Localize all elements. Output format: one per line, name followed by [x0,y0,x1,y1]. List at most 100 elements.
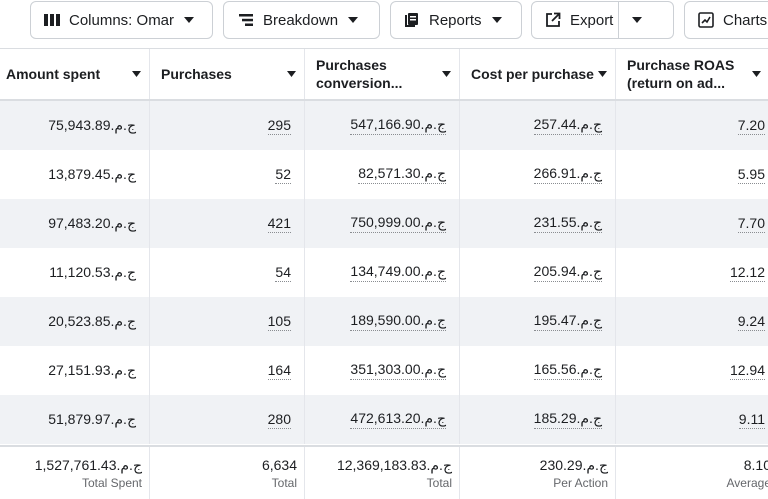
cell-value: 189,590.00.ج.م [350,312,446,331]
export-button[interactable]: Export [531,1,674,39]
caret-down-icon [184,17,195,23]
total-value: 230.29.ج.م [539,457,608,473]
cell-cost-per-purchase[interactable]: 165.56.ج.م [460,346,616,395]
cell-value: 75,943.89.ج.م [48,117,136,133]
cell-purchases-conversion[interactable]: 750,999.00.ج.م [305,199,460,248]
cell-purchases-conversion[interactable]: 351,303.00.ج.م [305,346,460,395]
results-table: Amount spent Purchases Purchases convers… [0,48,768,499]
cell-value: 54 [275,263,291,282]
cell-value: 421 [267,214,291,233]
cell-value: 134,749.00.ج.م [350,263,446,282]
cell-amount-spent: 97,483.20.ج.م [0,199,150,248]
caret-down-icon[interactable] [129,71,143,77]
column-header-cost-per-purchase[interactable]: Cost per purchase [460,49,616,99]
export-divider [618,2,619,38]
cell-purchases-conversion[interactable]: 82,571.30.ج.م [305,150,460,199]
cell-purchases[interactable]: 105 [150,297,305,346]
cell-cost-per-purchase[interactable]: 205.94.ج.م [460,248,616,297]
cell-cost-per-purchase[interactable]: 257.44.ج.م [460,101,616,150]
column-header-purchases-conversion[interactable]: Purchases conversion... [305,49,460,99]
cell-purchases[interactable]: 52 [150,150,305,199]
charts-icon [697,11,715,29]
cell-cost-per-purchase[interactable]: 185.29.ج.م [460,395,616,444]
table-row: 51,879.97.ج.م 280 472,613.20.ج.م 185.29.ج.م… [0,395,768,444]
total-caption: Total Spent [81,476,142,490]
column-header-label: Purchases [161,66,232,82]
total-caption: Total [426,476,452,490]
cell-value: 7.70 [737,214,765,233]
total-cell-purchase-roas: 8.10 Average [616,447,768,499]
breakdown-icon [237,11,255,29]
cell-value: 5.95 [737,165,765,184]
total-cell-purchases: 6,634 Total [150,447,305,499]
table-row: 13,879.45.ج.م 52 82,571.30.ج.م 266.91.ج.م 5.… [0,150,768,199]
cell-cost-per-purchase[interactable]: 195.47.ج.م [460,297,616,346]
cell-amount-spent: 20,523.85.ج.م [0,297,150,346]
cell-value: 27,151.93.ج.م [48,362,136,378]
table-row: 11,120.53.ج.م 54 134,749.00.ج.م 205.94.ج.م 1… [0,248,768,297]
total-caption: Total [271,476,297,490]
cell-value: 257.44.ج.م [533,116,602,135]
caret-down-icon[interactable] [439,71,453,77]
cell-value: 12.12 [729,263,765,282]
charts-button[interactable]: Charts [684,1,768,39]
cell-purchases-conversion[interactable]: 472,613.20.ج.م [305,395,460,444]
cell-value: 750,999.00.ج.م [350,214,446,233]
cell-purchases[interactable]: 280 [150,395,305,444]
cell-purchases[interactable]: 295 [150,101,305,150]
cell-value: 266.91.ج.م [533,165,602,184]
total-caption: Per Action [553,476,608,490]
cell-purchases[interactable]: 54 [150,248,305,297]
caret-down-icon [491,17,502,23]
cell-purchases-conversion[interactable]: 134,749.00.ج.م [305,248,460,297]
cell-purchase-roas[interactable]: 7.20 [616,101,768,150]
cell-value: 280 [267,410,291,429]
cell-amount-spent: 27,151.93.ج.م [0,346,150,395]
cell-value: 295 [267,116,291,135]
column-header-label: Purchases conversion... [316,57,403,91]
cell-purchases-conversion[interactable]: 547,166.90.ج.م [305,101,460,150]
reports-icon [403,11,421,29]
column-header-amount-spent[interactable]: Amount spent [0,49,150,99]
cell-purchase-roas[interactable]: 12.94 [616,346,768,395]
cell-amount-spent: 51,879.97.ج.م [0,395,150,444]
cell-value: 105 [267,312,291,331]
totals-row: 1,527,761.43.ج.م Total Spent 6,634 Total… [0,445,768,499]
export-dropdown-icon[interactable] [632,2,642,38]
cell-value: 164 [267,361,291,380]
cell-purchases[interactable]: 164 [150,346,305,395]
cell-purchases-conversion[interactable]: 189,590.00.ج.م [305,297,460,346]
cell-purchase-roas[interactable]: 12.12 [616,248,768,297]
breakdown-label: Breakdown [263,11,339,29]
export-icon [544,11,562,29]
columns-button[interactable]: Columns: Omar [30,1,213,39]
column-header-purchases[interactable]: Purchases [150,49,305,99]
cell-value: 231.55.ج.م [533,214,602,233]
cell-amount-spent: 11,120.53.ج.م [0,248,150,297]
cell-value: 351,303.00.ج.م [350,361,446,380]
breakdown-button[interactable]: Breakdown [223,1,380,39]
columns-label: Columns: Omar [69,11,175,29]
cell-cost-per-purchase[interactable]: 231.55.ج.م [460,199,616,248]
caret-down-icon[interactable] [595,71,609,77]
total-cell-purchases-conversion: 12,369,183.83.ج.م Total [305,447,460,499]
cell-value: 9.11 [738,410,765,429]
column-header-purchase-roas[interactable]: Purchase ROAS (return on ad... [616,49,768,99]
reports-button[interactable]: Reports [390,1,522,39]
cell-purchases[interactable]: 421 [150,199,305,248]
cell-purchase-roas[interactable]: 5.95 [616,150,768,199]
cell-purchase-roas[interactable]: 9.11 [616,395,768,444]
table-row: 27,151.93.ج.م 164 351,303.00.ج.م 165.56.ج.م… [0,346,768,395]
caret-down-icon[interactable] [749,71,763,77]
cell-cost-per-purchase[interactable]: 266.91.ج.م [460,150,616,199]
table-row: 20,523.85.ج.م 105 189,590.00.ج.م 195.47.ج.م… [0,297,768,346]
total-value: 12,369,183.83.ج.م [336,457,452,473]
total-value: 1,527,761.43.ج.م [34,457,142,473]
cell-purchase-roas[interactable]: 9.24 [616,297,768,346]
column-header-label: Amount spent [6,66,101,82]
caret-down-icon[interactable] [284,71,298,77]
cell-purchase-roas[interactable]: 7.70 [616,199,768,248]
total-caption: Average [726,476,768,490]
cell-value: 51,879.97.ج.م [48,411,136,427]
reports-label: Reports [429,11,482,29]
